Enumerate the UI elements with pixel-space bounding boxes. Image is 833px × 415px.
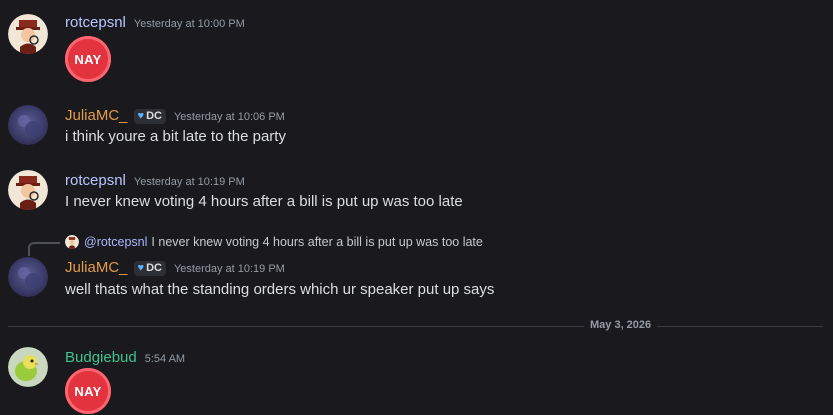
message-text: well thats what the standing orders whic…: [65, 281, 495, 298]
username[interactable]: JuliaMC_: [65, 107, 128, 124]
nay-emoji[interactable]: NAY: [65, 368, 111, 414]
message-text: I never knew voting 4 hours after a bill…: [65, 193, 463, 210]
timestamp[interactable]: 5:54 AM: [145, 353, 185, 365]
user-avatar-rotcepsnl[interactable]: [8, 170, 48, 210]
date-divider-label: May 3, 2026: [584, 319, 658, 331]
chat-messages: rotcepsnl Yesterday at 10:00 PM NAY Juli…: [0, 0, 833, 415]
username[interactable]: rotcepsnl: [65, 172, 126, 189]
guild-tag[interactable]: ♥ DC: [133, 108, 166, 124]
guild-tag[interactable]: ♥ DC: [133, 260, 166, 276]
reply-avatar: [65, 235, 79, 249]
user-avatar-juliamc[interactable]: [8, 257, 48, 297]
timestamp[interactable]: Yesterday at 10:19 PM: [174, 263, 285, 275]
nay-emoji-label: NAY: [68, 39, 108, 79]
user-avatar-juliamc[interactable]: [8, 105, 48, 145]
heart-icon: ♥: [137, 262, 145, 274]
username[interactable]: JuliaMC_: [65, 259, 128, 276]
timestamp[interactable]: Yesterday at 10:06 PM: [174, 111, 285, 123]
heart-icon: ♥: [137, 110, 145, 122]
guild-tag-label: DC: [146, 262, 162, 274]
message-text: i think youre a bit late to the party: [65, 128, 286, 145]
reply-connector: [28, 242, 60, 256]
user-avatar-budgiebud[interactable]: [8, 347, 48, 387]
username[interactable]: Budgiebud: [65, 349, 137, 366]
reply-mention[interactable]: @rotcepsnl: [84, 235, 147, 249]
nay-emoji-label: NAY: [68, 371, 108, 411]
username[interactable]: rotcepsnl: [65, 14, 126, 31]
nay-emoji[interactable]: NAY: [65, 36, 111, 82]
timestamp[interactable]: Yesterday at 10:00 PM: [134, 18, 245, 30]
reply-preview[interactable]: @rotcepsnl I never knew voting 4 hours a…: [65, 235, 483, 249]
date-divider-line: [8, 326, 823, 327]
reply-snippet[interactable]: I never knew voting 4 hours after a bill…: [151, 235, 482, 249]
user-avatar-rotcepsnl[interactable]: [8, 14, 48, 54]
timestamp[interactable]: Yesterday at 10:19 PM: [134, 176, 245, 188]
guild-tag-label: DC: [146, 110, 162, 122]
